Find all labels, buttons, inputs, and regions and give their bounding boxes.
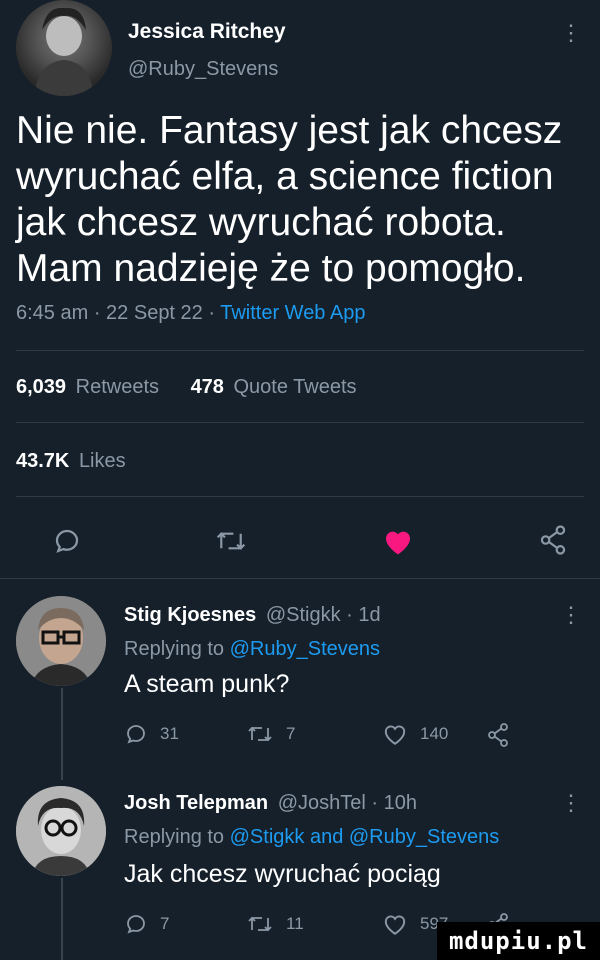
author-handle[interactable]: @Ruby_Stevens [128, 58, 278, 81]
share-icon[interactable] [538, 524, 568, 556]
tweet-source[interactable]: Twitter Web App [220, 302, 365, 324]
reply-like-action[interactable]: 140 [382, 722, 448, 746]
divider [16, 422, 584, 423]
reply-text: Jak chcesz wyruchać pociąg [124, 860, 441, 888]
like-icon[interactable] [382, 526, 414, 556]
watermark: mdupiu.pl [436, 922, 600, 960]
thread-line [61, 688, 63, 780]
reply-author-handle[interactable]: @Stigkk [266, 604, 341, 626]
reply-comment-count: 7 [160, 914, 170, 933]
reply-icon[interactable] [52, 526, 82, 556]
reply-author-handle[interactable]: @JoshTel [278, 792, 366, 814]
replying-to: Replying to @Stigkk and @Ruby_Stevens [124, 826, 499, 849]
tweet-text-line: wyruchać elfa, a science fiction [16, 155, 554, 198]
retweet-icon [246, 912, 274, 936]
like-icon [382, 912, 408, 936]
tweet-meta: 6:45 am · 22 Sept 22 · Twitter Web App [16, 302, 365, 325]
reply-comment-count: 31 [160, 724, 179, 743]
reply-retweet-count: 11 [286, 914, 304, 933]
reply-comment-action[interactable]: 31 [124, 722, 179, 746]
likes-count: 43.7K [16, 450, 70, 472]
meta-separator: · [371, 792, 384, 814]
thread-line [61, 878, 63, 960]
reply-avatar[interactable] [16, 596, 106, 686]
reply-retweet-action[interactable]: 11 [246, 912, 304, 936]
more-options-icon[interactable]: ⋮ [560, 792, 582, 814]
meta-separator: · [93, 302, 107, 324]
replying-to-link[interactable]: @Ruby_Stevens [230, 638, 380, 660]
reply-age: 1d [358, 604, 381, 626]
retweet-icon[interactable] [214, 526, 248, 556]
reply-icon [124, 722, 148, 746]
reply-retweet-count: 7 [286, 724, 296, 743]
reply-like-count: 140 [420, 724, 449, 743]
retweets-stat[interactable]: 6,039 Retweets [16, 376, 165, 398]
quotes-count: 478 [190, 376, 224, 398]
author-avatar[interactable] [16, 0, 112, 96]
tweet-text: Nie nie. Fantasy jest jak chcesz wyrucha… [16, 108, 586, 292]
tweet-date: 22 Sept 22 [106, 302, 203, 324]
likes-label: Likes [78, 450, 126, 472]
author-name[interactable]: Jessica Ritchey [128, 20, 286, 44]
likes-stat[interactable]: 43.7K Likes [16, 450, 126, 473]
quotes-label: Quote Tweets [233, 376, 357, 398]
meta-separator: · [346, 604, 359, 626]
reply-author-name[interactable]: Josh Telepman [124, 792, 268, 814]
tweet-text-line: Nie nie. Fantasy jest jak chcesz [16, 109, 563, 152]
meta-separator: · [208, 302, 221, 324]
reply-avatar[interactable] [16, 786, 106, 876]
reply-icon [124, 912, 148, 936]
more-options-icon[interactable]: ⋮ [560, 22, 582, 44]
reply-text: A steam punk? [124, 670, 290, 698]
replying-to-link[interactable]: @Stigkk and @Ruby_Stevens [230, 826, 500, 848]
reply-comment-action[interactable]: 7 [124, 912, 169, 936]
reply-author-name[interactable]: Stig Kjoesnes [124, 604, 256, 626]
replying-to: Replying to @Ruby_Stevens [124, 638, 380, 661]
replying-label: Replying to [124, 638, 225, 660]
divider [16, 350, 584, 351]
retweets-count: 6,039 [16, 376, 67, 398]
watermark-text: mdupiu.pl [448, 927, 588, 955]
tweet-text-line: jak chcesz wyruchać robota. [16, 201, 506, 244]
quotes-stat[interactable]: 478 Quote Tweets [191, 376, 357, 398]
reply-header: Stig Kjoesnes @Stigkk · 1d [124, 604, 381, 627]
replying-label: Replying to [124, 826, 225, 848]
tweet-time: 6:45 am [16, 302, 89, 324]
retweet-icon [246, 722, 274, 746]
like-icon [382, 722, 408, 746]
retweets-label: Retweets [75, 376, 159, 398]
stats-row: 6,039 Retweets 478 Quote Tweets [16, 376, 357, 399]
tweet-text-line: Mam nadzieję że to pomogło. [16, 247, 526, 290]
reply-header: Josh Telepman @JoshTel · 10h [124, 792, 417, 815]
divider [0, 578, 600, 579]
more-options-icon[interactable]: ⋮ [560, 604, 582, 626]
divider [16, 496, 584, 497]
reply-age: 10h [383, 792, 417, 814]
share-icon[interactable] [486, 722, 510, 748]
reply-retweet-action[interactable]: 7 [246, 722, 295, 746]
